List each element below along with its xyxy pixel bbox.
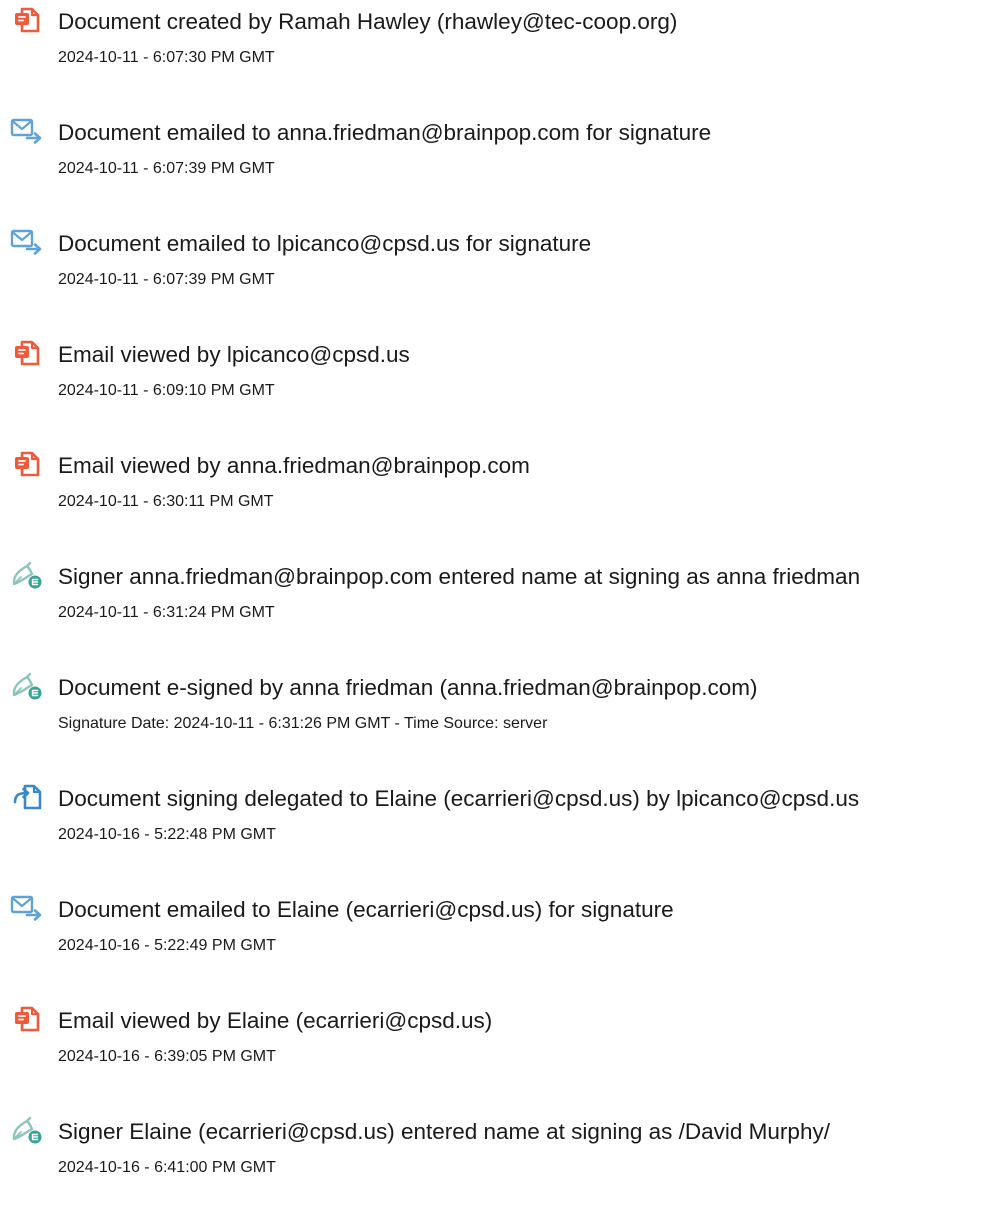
audit-event: Document e-signed by anna friedman (anna… — [0, 666, 1008, 766]
event-title: Email viewed by lpicanco@cpsd.us — [58, 342, 410, 367]
event-timestamp: 2024-10-11 - 6:07:39 PM GMT — [58, 271, 275, 288]
email-sent-icon — [10, 116, 44, 146]
audit-event: Document emailed to lpicanco@cpsd.us for… — [0, 222, 1008, 322]
audit-event: Signer Elaine (ecarrieri@cpsd.us) entere… — [0, 1110, 1008, 1210]
delegate-icon — [10, 782, 44, 812]
document-icon — [10, 449, 44, 479]
audit-event: Document created by Ramah Hawley (rhawle… — [0, 0, 1008, 100]
event-timestamp: 2024-10-11 - 6:07:30 PM GMT — [58, 49, 275, 66]
event-title: Document created by Ramah Hawley (rhawle… — [58, 9, 678, 34]
document-icon — [10, 5, 44, 35]
event-title: Signer Elaine (ecarrieri@cpsd.us) entere… — [58, 1119, 830, 1144]
email-sent-icon — [10, 893, 44, 923]
event-timestamp: 2024-10-16 - 5:22:48 PM GMT — [58, 826, 276, 843]
event-title: Document e-signed by anna friedman (anna… — [58, 675, 758, 700]
document-icon — [10, 1004, 44, 1034]
audit-event: Signer anna.friedman@brainpop.com entere… — [0, 555, 1008, 655]
audit-event: Email viewed by Elaine (ecarrieri@cpsd.u… — [0, 999, 1008, 1099]
audit-event: Document signing delegated to Elaine (ec… — [0, 777, 1008, 877]
event-title: Document emailed to anna.friedman@brainp… — [58, 120, 712, 145]
audit-event: Email viewed by anna.friedman@brainpop.c… — [0, 444, 1008, 544]
document-icon — [10, 338, 44, 368]
event-timestamp: 2024-10-11 - 6:30:11 PM GMT — [58, 493, 274, 510]
esign-pen-icon — [10, 560, 44, 590]
event-title: Signer anna.friedman@brainpop.com entere… — [58, 564, 861, 589]
event-title: Email viewed by anna.friedman@brainpop.c… — [58, 453, 530, 478]
event-title: Email viewed by Elaine (ecarrieri@cpsd.u… — [58, 1008, 493, 1033]
event-timestamp: 2024-10-16 - 5:22:49 PM GMT — [58, 937, 276, 954]
audit-event: Document emailed to Elaine (ecarrieri@cp… — [0, 888, 1008, 988]
audit-event: Document emailed to anna.friedman@brainp… — [0, 111, 1008, 211]
email-sent-icon — [10, 227, 44, 257]
event-title: Document signing delegated to Elaine (ec… — [58, 786, 860, 811]
event-title: Document emailed to Elaine (ecarrieri@cp… — [58, 897, 674, 922]
event-timestamp: 2024-10-11 - 6:09:10 PM GMT — [58, 382, 275, 399]
event-timestamp: 2024-10-11 - 6:07:39 PM GMT — [58, 160, 275, 177]
esign-pen-icon — [10, 1115, 44, 1145]
event-timestamp: 2024-10-11 - 6:31:24 PM GMT — [58, 604, 275, 621]
audit-event: Email viewed by lpicanco@cpsd.us 2024-10-… — [0, 333, 1008, 433]
event-timestamp: 2024-10-16 - 6:39:05 PM GMT — [58, 1048, 276, 1065]
event-title: Document emailed to lpicanco@cpsd.us for… — [58, 231, 592, 256]
esign-pen-icon — [10, 671, 44, 701]
event-timestamp: 2024-10-16 - 6:41:00 PM GMT — [58, 1159, 276, 1176]
event-timestamp: Signature Date: 2024-10-11 - 6:31:26 PM … — [58, 715, 548, 732]
